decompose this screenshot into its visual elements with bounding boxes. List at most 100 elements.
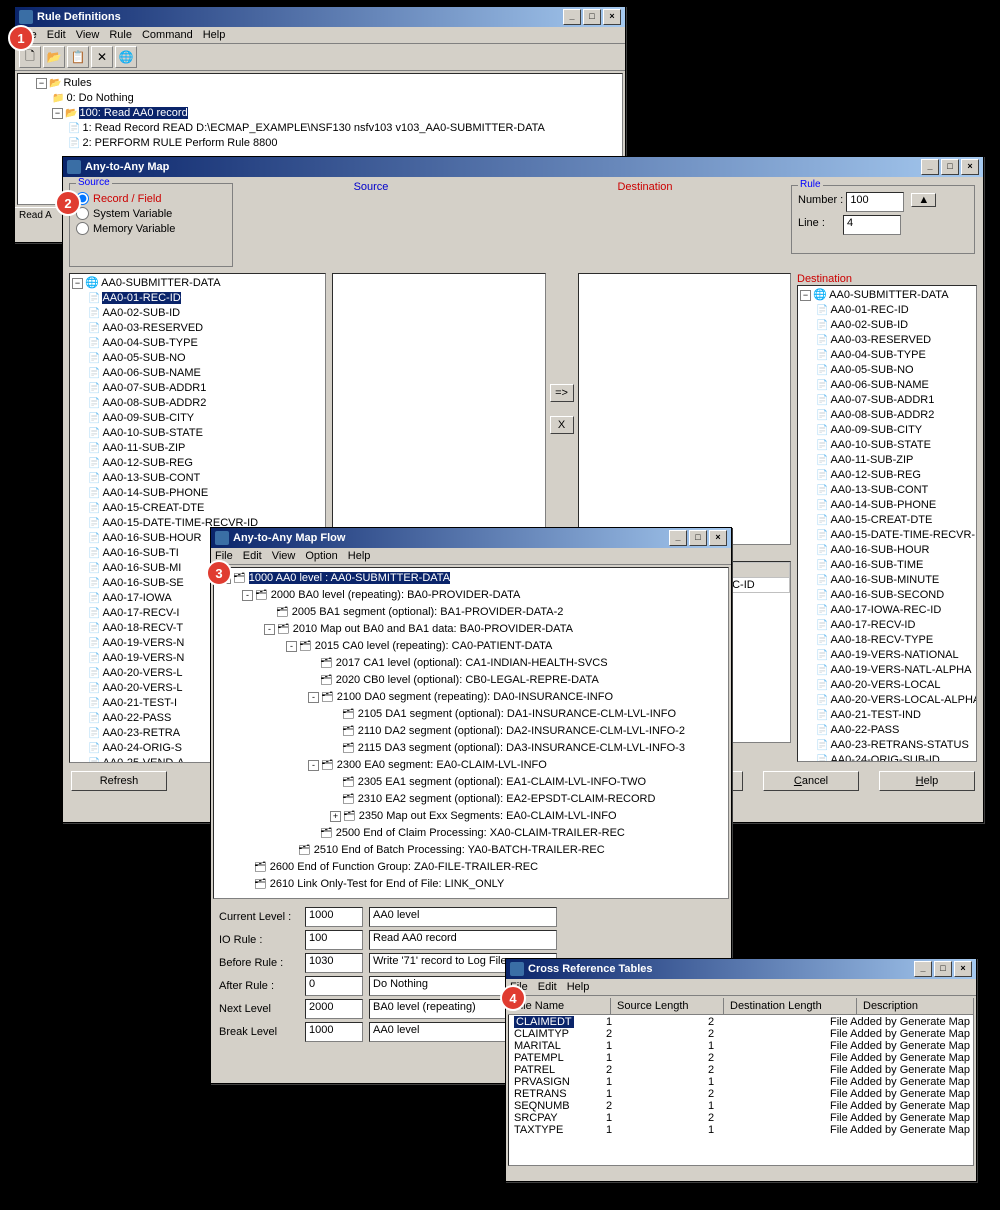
field-value-1[interactable]: 2000 [305, 999, 363, 1019]
field-value-1[interactable]: 0 [305, 976, 363, 996]
menu-option[interactable]: Option [305, 550, 337, 562]
tree-item[interactable]: AA0-14-SUB-PHONE [800, 498, 974, 513]
tree-item[interactable]: AA0-06-SUB-NAME [800, 378, 974, 393]
table-row[interactable]: MARITAL11File Added by Generate Map [510, 1040, 972, 1052]
flow-item[interactable]: 2600 End of Function Group: ZA0-FILE-TRA… [216, 859, 726, 876]
col-description[interactable]: Description [857, 998, 974, 1014]
field-value-2[interactable]: Read AA0 record [369, 930, 557, 950]
tree-item[interactable]: AA0-16-SUB-MINUTE [800, 573, 974, 588]
minimize-button[interactable]: _ [563, 9, 581, 25]
tree-item[interactable]: AA0-19-VERS-NATL-ALPHA [800, 663, 974, 678]
tree-item[interactable]: AA0-21-TEST-IND [800, 708, 974, 723]
col-dest-length[interactable]: Destination Length [724, 998, 857, 1014]
menu-edit[interactable]: Edit [47, 29, 66, 41]
field-value-1[interactable]: 1000 [305, 1022, 363, 1042]
flow-item[interactable]: 2305 EA1 segment (optional): EA1-CLAIM-L… [216, 774, 726, 791]
table-row[interactable]: SRCPAY12File Added by Generate Map [510, 1112, 972, 1124]
tree-item[interactable]: AA0-10-SUB-STATE [72, 426, 323, 441]
field-value-1[interactable]: 1000 [305, 907, 363, 927]
tree-item[interactable]: AA0-07-SUB-ADDR1 [800, 393, 974, 408]
tree-item[interactable]: AA0-10-SUB-STATE [800, 438, 974, 453]
tree-item[interactable]: AA0-11-SUB-ZIP [72, 441, 323, 456]
menu-edit[interactable]: Edit [538, 981, 557, 993]
titlebar[interactable]: Cross Reference Tables _ □ × [506, 959, 976, 979]
titlebar[interactable]: Any-to-Any Map Flow _ □ × [211, 528, 731, 548]
table-row[interactable]: PRVASIGN11File Added by Generate Map [510, 1076, 972, 1088]
menu-command[interactable]: Command [142, 29, 193, 41]
flow-item[interactable]: 2115 DA3 segment (optional): DA3-INSURAN… [216, 740, 726, 757]
tree-item[interactable]: AA0-06-SUB-NAME [72, 366, 323, 381]
tree-item[interactable]: AA0-15-CREAT-DTE [72, 501, 323, 516]
radio-memory-variable[interactable]: Memory Variable [76, 222, 226, 235]
maximize-button[interactable]: □ [689, 530, 707, 546]
minimize-button[interactable]: _ [921, 159, 939, 175]
table-row[interactable]: PATREL22File Added by Generate Map [510, 1064, 972, 1076]
menu-edit[interactable]: Edit [243, 550, 262, 562]
rule-line-field[interactable]: 4 [843, 215, 901, 235]
tree-item[interactable]: AA0-04-SUB-TYPE [72, 336, 323, 351]
tree-item[interactable]: AA0-15-CREAT-DTE [800, 513, 974, 528]
help-button[interactable]: Help [879, 771, 975, 791]
tree-item[interactable]: AA0-03-RESERVED [800, 333, 974, 348]
tree-item[interactable]: AA0-22-PASS [800, 723, 974, 738]
close-button[interactable]: × [709, 530, 727, 546]
flow-item[interactable]: 2110 DA2 segment (optional): DA2-INSURAN… [216, 723, 726, 740]
tree-item[interactable]: AA0-07-SUB-ADDR1 [72, 381, 323, 396]
flow-item[interactable]: 2017 CA1 level (optional): CA1-INDIAN-HE… [216, 655, 726, 672]
tree-item[interactable]: AA0-05-SUB-NO [800, 363, 974, 378]
tree-item[interactable]: AA0-08-SUB-ADDR2 [72, 396, 323, 411]
tree-item[interactable]: AA0-16-SUB-HOUR [800, 543, 974, 558]
tree-item[interactable]: AA0-19-VERS-NATIONAL [800, 648, 974, 663]
field-value-1[interactable]: 100 [305, 930, 363, 950]
flow-item[interactable]: 2005 BA1 segment (optional): BA1-PROVIDE… [216, 604, 726, 621]
tree-item[interactable]: AA0-08-SUB-ADDR2 [800, 408, 974, 423]
table-row[interactable]: RETRANS12File Added by Generate Map [510, 1088, 972, 1100]
destination-list[interactable] [578, 273, 792, 545]
flow-item[interactable]: -2100 DA0 segment (repeating): DA0-INSUR… [216, 689, 726, 706]
source-list[interactable] [332, 273, 546, 545]
col-source-length[interactable]: Source Length [611, 998, 724, 1014]
table-row[interactable]: TAXTYPE11File Added by Generate Map [510, 1124, 972, 1136]
titlebar[interactable]: Rule Definitions _ □ × [15, 7, 625, 27]
radio-record-field[interactable]: Record / Field [76, 192, 226, 205]
delete-button[interactable]: ✕ [91, 46, 113, 68]
flow-item[interactable]: -2300 EA0 segment: EA0-CLAIM-LVL-INFO [216, 757, 726, 774]
tree-item[interactable]: AA0-01-REC-ID [800, 303, 974, 318]
menu-rule[interactable]: Rule [109, 29, 132, 41]
tree-item[interactable]: AA0-14-SUB-PHONE [72, 486, 323, 501]
flow-item[interactable]: +2350 Map out Exx Segments: EA0-CLAIM-LV… [216, 808, 726, 825]
tree-item[interactable]: 0: Do Nothing [20, 91, 620, 106]
tree-item[interactable]: 2: PERFORM RULE Perform Rule 8800 [20, 136, 620, 151]
tree-item[interactable]: AA0-11-SUB-ZIP [800, 453, 974, 468]
map-right-button[interactable]: => [550, 384, 574, 402]
flow-item[interactable]: 2310 EA2 segment (optional): EA2-EPSDT-C… [216, 791, 726, 808]
radio-system-variable[interactable]: System Variable [76, 207, 226, 220]
tree-item[interactable]: AA0-02-SUB-ID [72, 306, 323, 321]
tree-item[interactable]: AA0-01-REC-ID [72, 291, 323, 306]
menu-help[interactable]: Help [203, 29, 226, 41]
close-button[interactable]: × [961, 159, 979, 175]
flow-item[interactable]: -1000 AA0 level : AA0-SUBMITTER-DATA [216, 570, 726, 587]
cancel-button[interactable]: CCancelancel [763, 771, 859, 791]
tree-item[interactable]: AA0-16-SUB-SECOND [800, 588, 974, 603]
open-button[interactable]: 📂 [43, 46, 65, 68]
tree-item[interactable]: AA0-15-DATE-TIME-RECVR-ID [800, 528, 974, 543]
minimize-button[interactable]: _ [914, 961, 932, 977]
table-row[interactable]: SEQNUMB21File Added by Generate Map [510, 1100, 972, 1112]
titlebar[interactable]: Any-to-Any Map _ □ × [63, 157, 983, 177]
table-row[interactable]: PATEMPL12File Added by Generate Map [510, 1052, 972, 1064]
flow-item[interactable]: 2610 Link Only-Test for End of File: LIN… [216, 876, 726, 893]
tree-item[interactable]: AA0-13-SUB-CONT [800, 483, 974, 498]
tree-item[interactable]: AA0-13-SUB-CONT [72, 471, 323, 486]
menu-view[interactable]: View [272, 550, 296, 562]
field-value-2[interactable]: AA0 level [369, 907, 557, 927]
tree-item[interactable]: AA0-12-SUB-REG [800, 468, 974, 483]
refresh-button[interactable]: Refresh [71, 771, 167, 791]
tree-item[interactable]: AA0-05-SUB-NO [72, 351, 323, 366]
tree-item[interactable]: AA0-02-SUB-ID [800, 318, 974, 333]
field-value-1[interactable]: 1030 [305, 953, 363, 973]
run-button[interactable]: 🌐 [115, 46, 137, 68]
remove-button[interactable]: X [550, 416, 574, 434]
tree-root[interactable]: −Rules [20, 76, 620, 91]
copy-button[interactable]: 📋 [67, 46, 89, 68]
